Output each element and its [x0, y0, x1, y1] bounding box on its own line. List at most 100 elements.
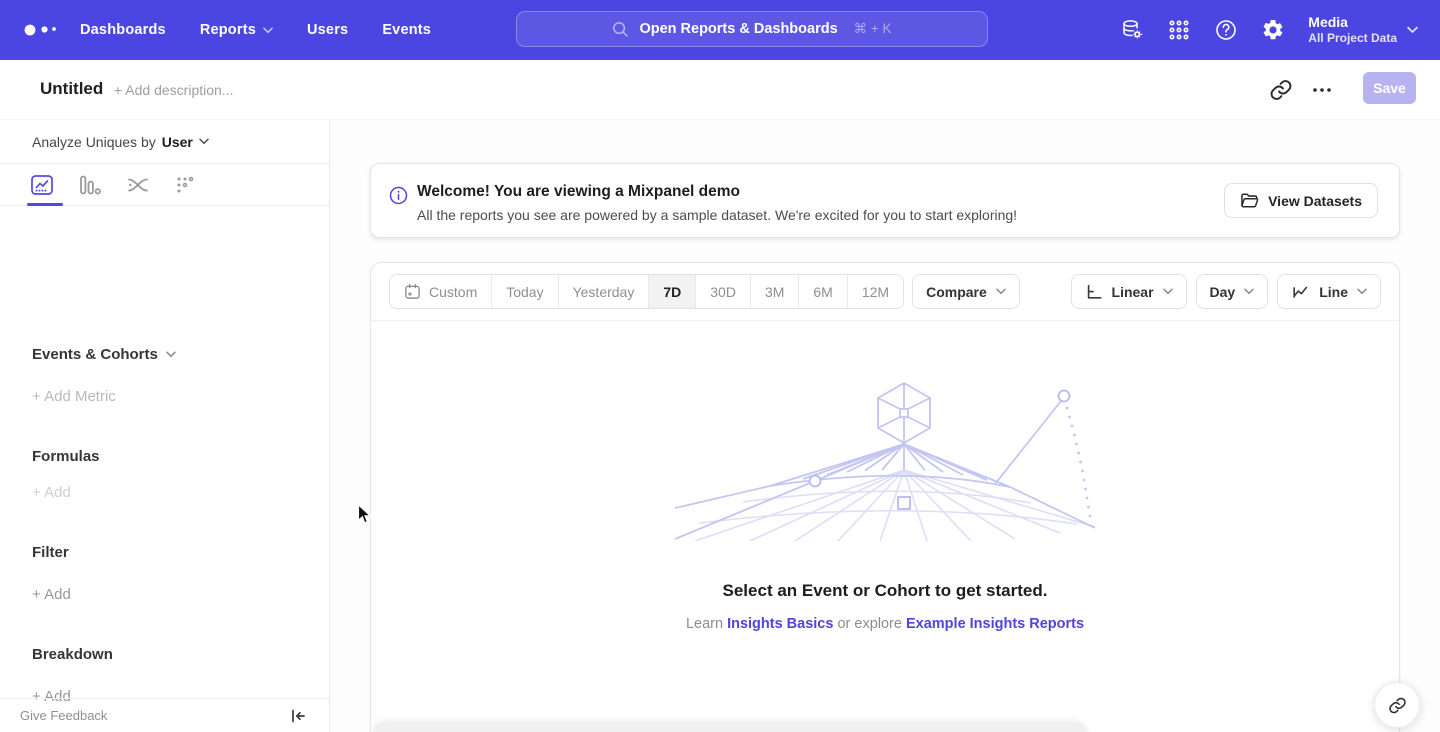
- chart-type-dropdown[interactable]: Line: [1277, 274, 1381, 309]
- more-options-icon[interactable]: [1312, 84, 1332, 96]
- banner-subtitle: All the reports you see are powered by a…: [417, 207, 1017, 223]
- date-range-label: 7D: [663, 284, 681, 300]
- chevron-down-icon: [166, 351, 176, 358]
- empty-state-title: Select an Event or Cohort to get started…: [723, 581, 1048, 601]
- analyze-by-dropdown[interactable]: User: [162, 134, 209, 150]
- chevron-down-icon: [263, 27, 273, 34]
- compare-label: Compare: [926, 284, 987, 300]
- nav-item-label: Events: [382, 22, 431, 38]
- share-link-fab[interactable]: [1374, 682, 1420, 728]
- date-range-30d[interactable]: 30D: [696, 275, 751, 308]
- insights-report-card: Custom Today Yesterday 7D 30D 3M 6M 12M …: [370, 262, 1400, 732]
- apps-grid-icon[interactable]: [1167, 18, 1191, 42]
- help-icon[interactable]: [1214, 18, 1238, 42]
- copy-link-icon[interactable]: [1269, 78, 1293, 102]
- analyze-value: User: [162, 134, 193, 150]
- calendar-icon: [404, 283, 421, 300]
- empty-state: Select an Event or Cohort to get started…: [371, 321, 1399, 632]
- nav-item-events[interactable]: Events: [382, 22, 431, 38]
- explore-text: or explore: [837, 616, 901, 632]
- add-metric-button[interactable]: + Add Metric: [32, 388, 116, 405]
- chart-type-label: Line: [1319, 284, 1348, 300]
- date-range-6m[interactable]: 6M: [799, 275, 847, 308]
- date-range-label: 3M: [765, 284, 784, 300]
- chart-type-tabs: [0, 165, 329, 206]
- date-range-label: Custom: [429, 284, 477, 300]
- add-formula-button[interactable]: + Add: [32, 484, 71, 501]
- chevron-down-icon: [1244, 288, 1254, 295]
- report-description-placeholder[interactable]: + Add description...: [114, 82, 233, 98]
- add-filter-button[interactable]: + Add: [32, 586, 71, 603]
- chevron-down-icon: [199, 138, 209, 145]
- date-range-label: Today: [506, 284, 543, 300]
- events-cohorts-header[interactable]: Events & Cohorts: [32, 346, 176, 363]
- tab-retention-icon[interactable]: [174, 173, 198, 197]
- chevron-down-icon: [996, 288, 1006, 295]
- date-range-yesterday[interactable]: Yesterday: [559, 275, 650, 308]
- welcome-banner: Welcome! You are viewing a Mixpanel demo…: [370, 163, 1400, 238]
- date-range-label: Yesterday: [573, 284, 635, 300]
- global-search[interactable]: Open Reports & Dashboards ⌘ + K: [516, 11, 988, 47]
- selected-tab-underline: [27, 203, 63, 206]
- collapse-sidebar-icon[interactable]: [289, 707, 307, 725]
- report-header: Untitled + Add description... Save: [0, 60, 1440, 120]
- empty-state-links: Learn Insights Basics or explore Example…: [686, 616, 1084, 632]
- query-builder-sidebar: Analyze Uniques by User E: [0, 120, 330, 732]
- filter-header: Filter: [32, 544, 69, 561]
- search-shortcut: ⌘ + K: [854, 21, 892, 37]
- scale-label: Linear: [1112, 284, 1154, 300]
- learn-text: Learn: [686, 616, 723, 632]
- search-icon: [612, 21, 629, 38]
- tab-bar-icon[interactable]: [78, 173, 102, 197]
- chevron-down-icon: [1357, 288, 1367, 295]
- breakdown-header: Breakdown: [32, 646, 113, 663]
- sidebar-footer: Give Feedback: [0, 698, 329, 732]
- date-range-12m[interactable]: 12M: [848, 275, 903, 308]
- search-placeholder: Open Reports & Dashboards: [639, 21, 837, 37]
- date-range-label: 6M: [813, 284, 832, 300]
- nav-item-label: Users: [307, 22, 348, 38]
- settings-icon[interactable]: [1261, 18, 1285, 42]
- tab-insights-line-icon[interactable]: [30, 173, 54, 197]
- give-feedback-link[interactable]: Give Feedback: [20, 708, 107, 723]
- banner-title: Welcome! You are viewing a Mixpanel demo: [417, 183, 740, 201]
- date-range-3m[interactable]: 3M: [751, 275, 799, 308]
- mixpanel-logo-icon[interactable]: [20, 18, 64, 42]
- tab-flows-icon[interactable]: [126, 173, 150, 197]
- nav-item-reports[interactable]: Reports: [200, 22, 273, 38]
- date-range-control: Custom Today Yesterday 7D 30D 3M 6M 12M: [389, 274, 904, 309]
- line-chart-icon: [1291, 283, 1310, 301]
- chevron-down-icon[interactable]: [1407, 26, 1418, 34]
- nav-item-label: Reports: [200, 22, 256, 38]
- report-toolbar: Custom Today Yesterday 7D 30D 3M 6M 12M …: [371, 263, 1399, 321]
- report-title[interactable]: Untitled: [40, 79, 103, 99]
- scale-dropdown[interactable]: Linear: [1071, 274, 1187, 309]
- interval-label: Day: [1210, 284, 1236, 300]
- project-switcher[interactable]: Media All Project Data: [1308, 14, 1397, 46]
- view-datasets-button[interactable]: View Datasets: [1224, 183, 1378, 218]
- project-name: Media: [1308, 14, 1397, 31]
- empty-state-illustration: [675, 381, 1095, 541]
- nav-right-controls: Media All Project Data: [1120, 0, 1440, 60]
- date-range-7d[interactable]: 7D: [649, 275, 696, 308]
- data-management-icon[interactable]: [1120, 18, 1144, 42]
- save-button[interactable]: Save: [1363, 72, 1416, 104]
- nav-item-users[interactable]: Users: [307, 22, 348, 38]
- formulas-header: Formulas: [32, 448, 100, 465]
- compare-dropdown[interactable]: Compare: [912, 274, 1020, 309]
- link-icon: [1388, 696, 1407, 715]
- analyze-label: Analyze Uniques by: [32, 134, 156, 150]
- nav-menu: Dashboards Reports Users Events: [80, 0, 431, 60]
- bottom-panel-peek[interactable]: [372, 722, 1088, 732]
- events-cohorts-label: Events & Cohorts: [32, 346, 158, 363]
- chevron-down-icon: [1163, 288, 1173, 295]
- interval-dropdown[interactable]: Day: [1196, 274, 1269, 309]
- date-range-label: 12M: [862, 284, 889, 300]
- analyze-uniques-row: Analyze Uniques by User: [0, 120, 329, 164]
- date-range-custom[interactable]: Custom: [390, 275, 492, 308]
- insights-basics-link[interactable]: Insights Basics: [727, 616, 833, 632]
- date-range-today[interactable]: Today: [492, 275, 558, 308]
- view-datasets-label: View Datasets: [1268, 193, 1362, 209]
- nav-item-dashboards[interactable]: Dashboards: [80, 22, 166, 38]
- example-reports-link[interactable]: Example Insights Reports: [906, 616, 1084, 632]
